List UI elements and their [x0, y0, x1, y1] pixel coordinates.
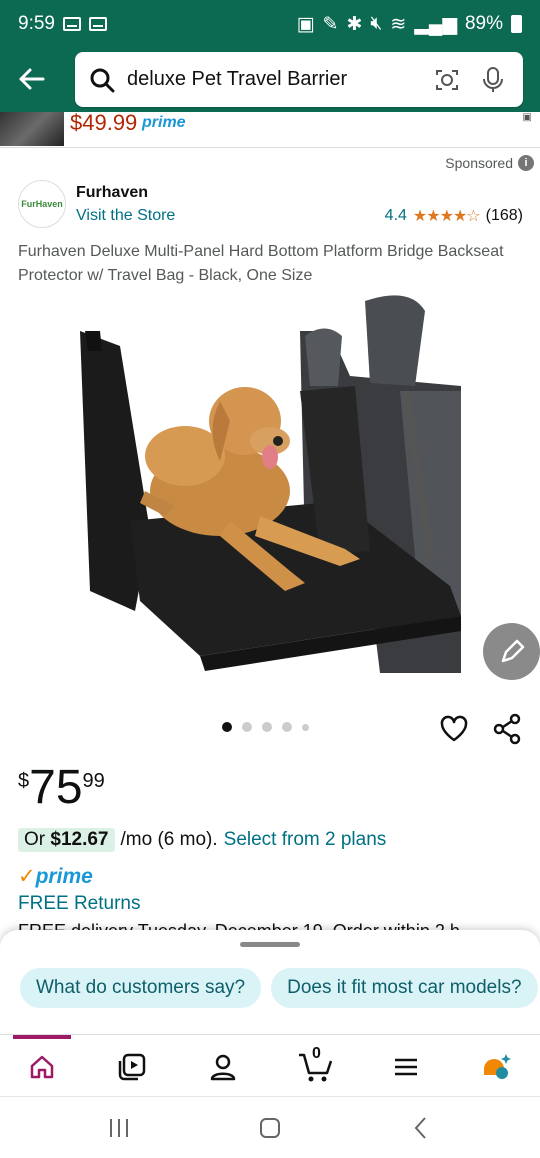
sponsored-label[interactable]: Sponsored i: [445, 155, 534, 171]
camera-search-button[interactable]: [431, 64, 463, 96]
cart-count-badge: 0: [312, 1045, 321, 1062]
recents-button[interactable]: [104, 1115, 134, 1141]
monthly-amount-pill: Or $12.67: [18, 828, 115, 852]
carousel-dot[interactable]: [242, 722, 252, 732]
suggestion-chip[interactable]: Does it fit most car models?: [271, 968, 538, 1008]
prime-badge: ✓prime: [18, 864, 93, 889]
suggestion-chips: What do customers say? Does it fit most …: [20, 968, 538, 1008]
nav-cart[interactable]: 0: [296, 1045, 336, 1085]
app-header: deluxe Pet Travel Barrier: [0, 48, 540, 112]
home-icon: [30, 1055, 54, 1079]
prime-check-icon: ✓: [18, 865, 36, 888]
edit-fab-button[interactable]: [483, 623, 540, 680]
search-input[interactable]: deluxe Pet Travel Barrier: [127, 68, 417, 91]
image-carousel-dots[interactable]: [222, 722, 309, 732]
monthly-prefix: Or: [24, 829, 46, 850]
account-icon: [210, 1054, 236, 1081]
back-button[interactable]: [14, 62, 48, 96]
carousel-dot[interactable]: [222, 722, 232, 732]
monthly-amount: $12.67: [50, 829, 109, 850]
mute-icon: 🔇︎: [370, 13, 383, 34]
previous-result-price: $49.99: [70, 112, 138, 135]
carousel-dot[interactable]: [302, 723, 309, 731]
price-whole: 75: [29, 761, 83, 814]
rufus-icon: [484, 1054, 511, 1079]
select-plans-link[interactable]: Select from 2 plans: [224, 829, 387, 851]
back-arrow-icon: [19, 68, 45, 90]
nav-rufus[interactable]: [478, 1049, 514, 1085]
review-count: (168): [485, 207, 523, 224]
pencil-icon: [501, 639, 524, 662]
monthly-payment: Or $12.67 /mo (6 mo). Select from 2 plan…: [18, 828, 386, 852]
nav-menu[interactable]: [388, 1049, 424, 1085]
prime-text: prime: [35, 865, 93, 888]
previous-result-brand-logo: ▣: [522, 112, 532, 123]
stylus-icon: ✎: [322, 13, 339, 35]
carousel-dot[interactable]: [262, 722, 272, 732]
recents-icon: [110, 1119, 128, 1137]
brand-name: Furhaven: [76, 184, 149, 201]
nav-home[interactable]: [24, 1049, 60, 1085]
share-icon: [493, 713, 521, 745]
price-currency: $: [18, 770, 30, 792]
product-price: $ 75 99: [18, 760, 105, 816]
product-title[interactable]: Furhaven Deluxe Multi-Panel Hard Bottom …: [18, 240, 523, 288]
battery-saver-icon: ▣: [296, 13, 315, 35]
star-rating-icon: ★★★★☆: [412, 208, 481, 225]
suggestion-chip[interactable]: What do customers say?: [20, 968, 262, 1008]
suggestion-sheet: What do customers say? Does it fit most …: [0, 930, 540, 1034]
signal-icon: ▂▄▆: [414, 13, 457, 35]
carousel-dot[interactable]: [282, 722, 292, 732]
search-icon: [90, 68, 115, 92]
rating-value: 4.4: [384, 207, 407, 224]
mail-icon: [88, 17, 107, 31]
nav-video[interactable]: [114, 1049, 150, 1085]
wishlist-button[interactable]: [438, 713, 470, 745]
camera-lens-icon: [436, 69, 458, 90]
chevron-left-icon: [414, 1117, 426, 1139]
sheet-drag-handle[interactable]: [240, 942, 300, 947]
heart-icon: [440, 715, 468, 742]
brand-logo[interactable]: FurHaven: [18, 180, 66, 228]
rating-summary[interactable]: 4.4 ★★★★☆ (168): [385, 206, 523, 226]
visit-store-link[interactable]: Visit the Store: [76, 207, 175, 225]
wifi-icon: ≋: [390, 13, 407, 35]
previous-result-thumbnail[interactable]: [0, 112, 64, 146]
battery-icon: [511, 15, 522, 33]
monthly-suffix: /mo (6 mo).: [120, 829, 218, 850]
sponsored-text: Sponsored: [445, 155, 513, 171]
info-icon[interactable]: i: [518, 155, 534, 171]
voice-search-button[interactable]: [477, 64, 509, 96]
bottom-nav: 0: [0, 1034, 540, 1096]
brand-row: FurHaven Furhaven Visit the Store 4.4 ★★…: [18, 180, 523, 230]
mail-icon: [62, 17, 81, 31]
previous-result-strip[interactable]: $49.99 prime ▣: [0, 112, 540, 148]
price-fraction: 99: [82, 770, 105, 792]
video-icon: [118, 1053, 146, 1081]
free-returns-link[interactable]: FREE Returns: [18, 893, 140, 915]
status-time: 9:59: [18, 13, 55, 34]
status-bar: 9:59 ▣ ✎ ✱ 🔇︎ ≋ ▂▄▆ 89%: [0, 0, 540, 48]
prime-logo: prime: [142, 114, 186, 131]
home-square-icon: [260, 1118, 280, 1138]
active-tab-indicator: [13, 1035, 71, 1039]
search-bar[interactable]: deluxe Pet Travel Barrier: [75, 52, 523, 107]
bluetooth-icon: ✱: [346, 13, 363, 35]
share-button[interactable]: [491, 713, 523, 745]
battery-percent: 89%: [464, 13, 503, 34]
product-photo: [80, 291, 461, 673]
menu-icon: [395, 1058, 417, 1076]
product-image[interactable]: [80, 291, 461, 673]
system-nav-bar: [0, 1096, 540, 1158]
nav-account[interactable]: [205, 1049, 241, 1085]
brand-logo-text: FurHaven: [21, 199, 63, 209]
home-system-button[interactable]: [255, 1115, 285, 1141]
microphone-icon: [483, 66, 503, 92]
back-system-button[interactable]: [406, 1115, 436, 1141]
